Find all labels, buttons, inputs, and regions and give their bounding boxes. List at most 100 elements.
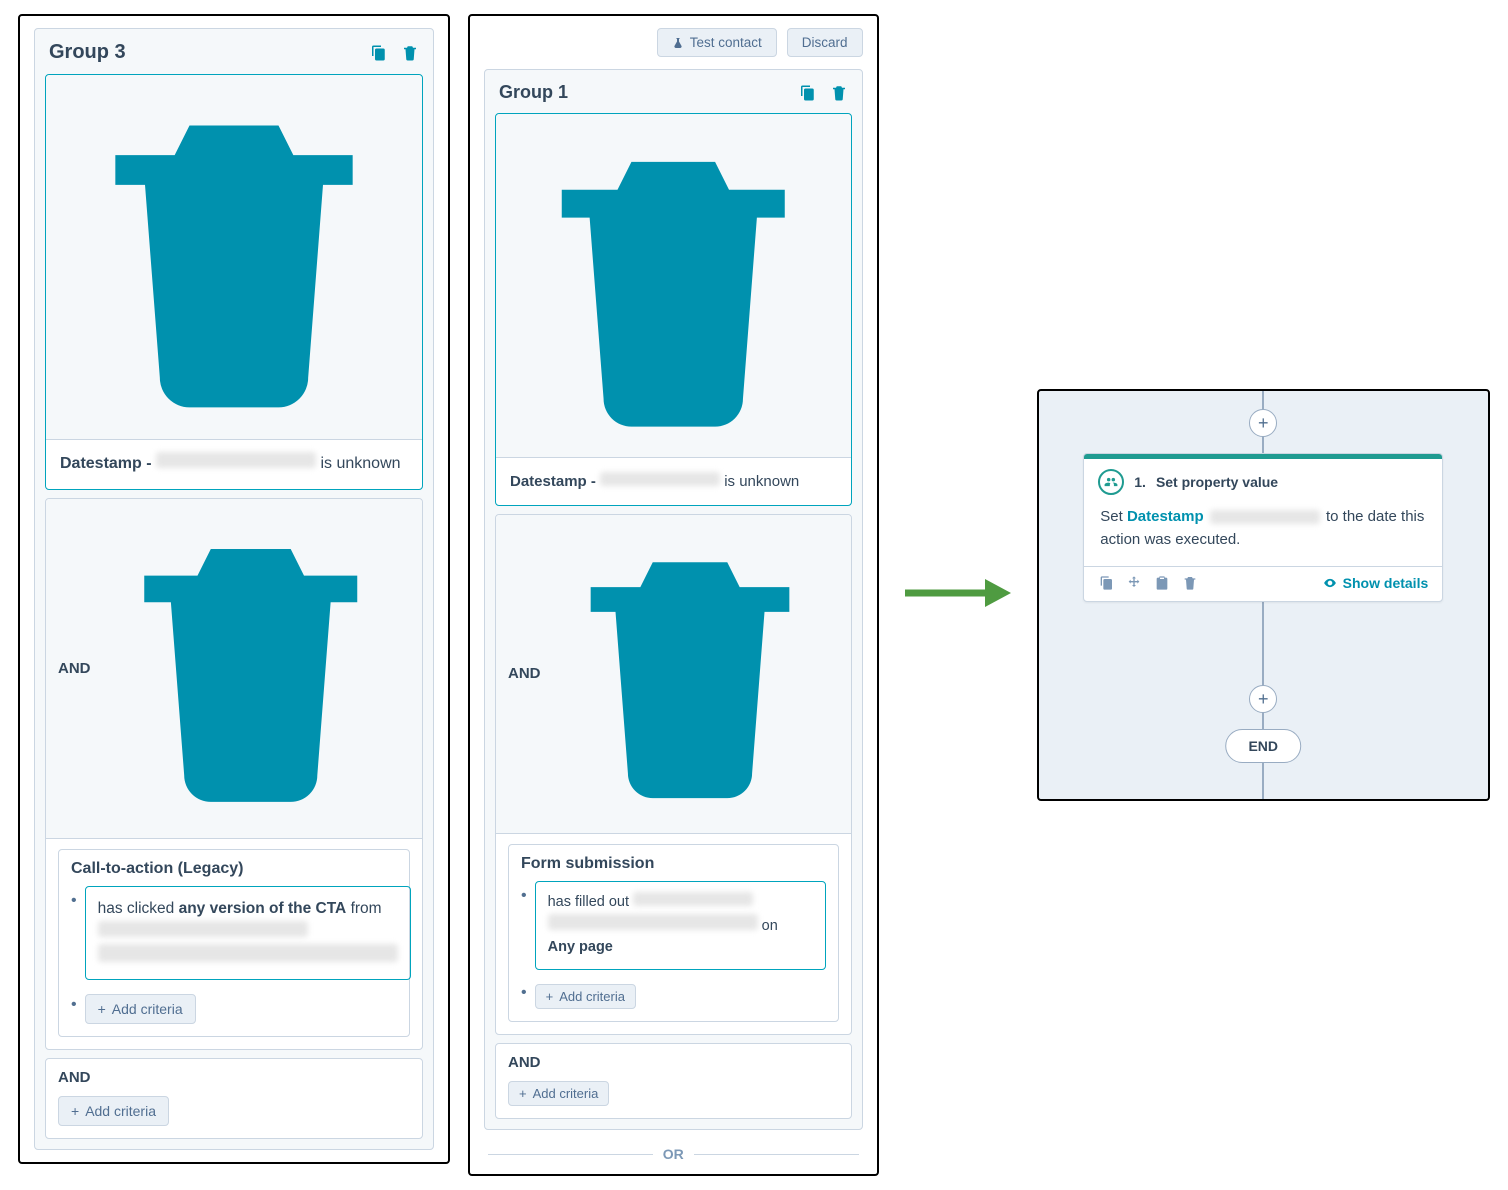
add-label: Add criteria	[85, 1103, 156, 1119]
redacted-value	[548, 914, 758, 930]
add-criteria-button[interactable]: + Add criteria	[85, 994, 196, 1024]
criteria-box[interactable]: has filled out on Any page	[535, 881, 826, 970]
and-body: Form submission has filled out on Any pa…	[496, 834, 851, 1034]
and-header: AND	[496, 515, 851, 834]
test-contact-button[interactable]: Test contact	[657, 28, 777, 57]
mid-toolbar: Test contact Discard	[484, 28, 863, 57]
add-criteria-button[interactable]: + Add criteria	[508, 1081, 609, 1106]
workflow-end: END	[1225, 729, 1301, 763]
card-body: Set Datestamp to the date this action wa…	[1084, 501, 1442, 566]
discard-label: Discard	[802, 35, 848, 50]
trash-icon[interactable]	[541, 525, 839, 823]
trash-icon[interactable]	[1182, 575, 1198, 591]
add-step-button[interactable]: +	[1249, 685, 1277, 713]
filter-block-datestamp[interactable]: Datestamp - is unknown	[45, 74, 423, 490]
and-header: AND	[496, 1044, 851, 1081]
add-criteria-button[interactable]: + Add criteria	[58, 1096, 169, 1126]
redacted-value	[98, 921, 308, 937]
step-title: Set property value	[1156, 474, 1278, 490]
group-actions	[798, 84, 848, 102]
and-header: AND	[46, 1059, 422, 1096]
clone-icon[interactable]	[369, 44, 387, 62]
datestamp-prefix: Datestamp -	[510, 473, 600, 490]
trash-icon[interactable]	[91, 509, 411, 829]
add-label: Add criteria	[112, 1001, 183, 1017]
filter-trash-bar	[496, 114, 851, 458]
arrow-icon	[903, 576, 1013, 615]
sub-block-cta: Call-to-action (Legacy) has clicked any …	[58, 849, 410, 1037]
workflow-panel: + 1. Set property value Set Datestamp to…	[1037, 389, 1490, 801]
criteria-before: has clicked	[98, 900, 179, 917]
datestamp-prefix: Datestamp -	[60, 455, 156, 472]
or-label: OR	[663, 1146, 684, 1162]
filter-text: Datestamp - is unknown	[46, 440, 422, 489]
and-block: AND Call-to-action (Legacy) has clicked …	[45, 498, 423, 1050]
criteria-box[interactable]: has clicked any version of the CTA from	[85, 886, 411, 980]
flask-icon	[672, 37, 684, 49]
datestamp-suffix: is unknown	[724, 473, 799, 490]
criteria-bold: any version of the CTA	[179, 900, 347, 917]
criteria-before: has filled out	[548, 894, 633, 910]
group-card: Group 1 Datestamp - is unknown	[484, 69, 863, 1130]
plus-icon: +	[98, 1001, 106, 1017]
filter-trash-bar	[46, 75, 422, 440]
plus-icon: +	[546, 989, 554, 1004]
redacted-value	[600, 472, 720, 486]
move-icon[interactable]	[1126, 575, 1142, 591]
property-link[interactable]: Datestamp	[1127, 508, 1204, 525]
add-criteria-button[interactable]: + Add criteria	[535, 984, 636, 1009]
group-title: Group 1	[499, 82, 568, 103]
show-details-button[interactable]: Show details	[1323, 575, 1429, 591]
show-details-label: Show details	[1343, 575, 1429, 591]
eye-icon	[1323, 576, 1337, 590]
group-header: Group 1	[485, 70, 862, 113]
card-footer: Show details	[1084, 566, 1442, 601]
plus-icon: +	[71, 1103, 79, 1119]
and-block-empty: AND + Add criteria	[45, 1058, 423, 1139]
redacted-value	[156, 452, 316, 468]
sep-line	[694, 1154, 859, 1155]
clipboard-icon[interactable]	[1154, 575, 1170, 591]
card-header: 1. Set property value	[1084, 459, 1442, 501]
and-block-empty: AND + Add criteria	[495, 1043, 852, 1119]
workflow-action-card[interactable]: 1. Set property value Set Datestamp to t…	[1083, 453, 1443, 602]
filter-block-datestamp[interactable]: Datestamp - is unknown	[495, 113, 852, 506]
mid-panel: Test contact Discard Group 1	[468, 14, 879, 1176]
sub-title: Form submission	[521, 855, 826, 873]
step-index: 1.	[1134, 474, 1146, 490]
add-step-button[interactable]: +	[1249, 409, 1277, 437]
group-body: Datestamp - is unknown AND Form submissi…	[485, 113, 862, 1129]
plus-icon: +	[519, 1086, 527, 1101]
and-label: AND	[58, 1069, 91, 1086]
group-header: Group 3	[35, 29, 433, 74]
trash-icon[interactable]	[506, 120, 841, 455]
or-separator: OR	[484, 1140, 863, 1162]
test-label: Test contact	[690, 35, 762, 50]
clone-icon[interactable]	[798, 84, 816, 102]
redacted-value	[633, 892, 753, 906]
sub-title: Call-to-action (Legacy)	[71, 860, 397, 878]
group-body: Datestamp - is unknown AND Call-to-actio…	[35, 74, 433, 1149]
any-page: Any page	[548, 939, 613, 955]
sub-block-form: Form submission has filled out on Any pa…	[508, 844, 839, 1022]
clone-icon[interactable]	[1098, 575, 1114, 591]
end-label: END	[1248, 738, 1278, 754]
and-body: + Add criteria	[46, 1096, 422, 1138]
body-before: Set	[1100, 508, 1127, 525]
and-label: AND	[508, 665, 541, 682]
redacted-value	[1210, 510, 1320, 524]
add-label: Add criteria	[533, 1086, 599, 1101]
datestamp-suffix: is unknown	[320, 455, 400, 472]
discard-button[interactable]: Discard	[787, 28, 863, 57]
people-icon	[1098, 469, 1124, 495]
trash-icon[interactable]	[830, 84, 848, 102]
and-body: Call-to-action (Legacy) has clicked any …	[46, 839, 422, 1049]
redacted-value	[98, 944, 398, 962]
trash-icon[interactable]	[401, 44, 419, 62]
sep-line	[488, 1154, 653, 1155]
card-action-icons	[1098, 575, 1198, 591]
filter-text: Datestamp - is unknown	[496, 458, 851, 505]
trash-icon[interactable]	[56, 81, 412, 437]
criteria-on: on	[762, 918, 778, 934]
and-body: + Add criteria	[496, 1081, 851, 1118]
